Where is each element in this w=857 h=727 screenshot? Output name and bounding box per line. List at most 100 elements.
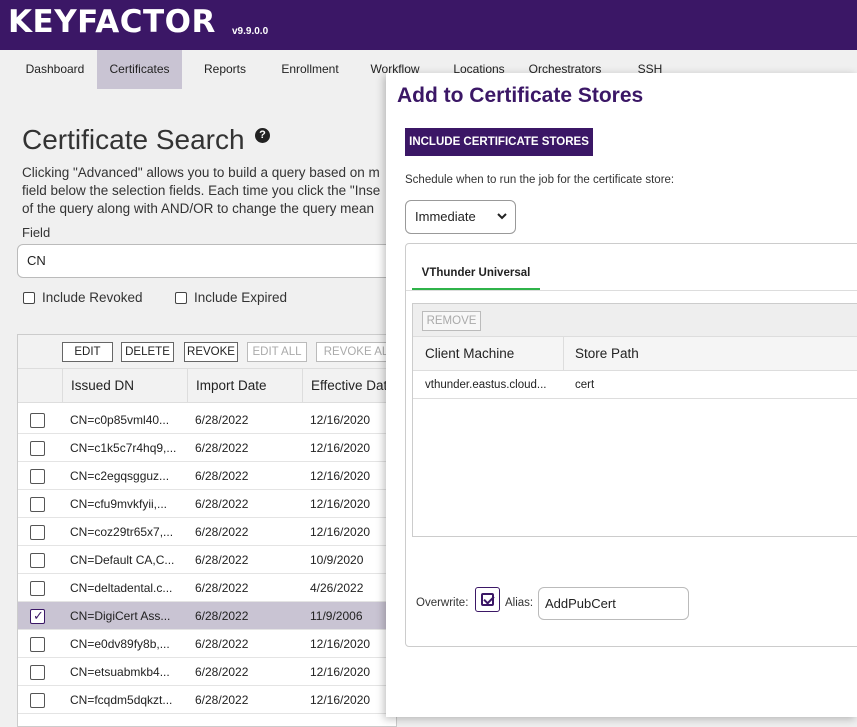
page-title: Certificate Search — [22, 124, 245, 155]
import-date-cell: 6/28/2022 — [195, 413, 249, 427]
store-grid-header: Client Machine Store Path — [413, 337, 857, 371]
row-checkbox[interactable] — [30, 637, 45, 652]
row-checkbox[interactable] — [30, 441, 45, 456]
checkbox-box[interactable] — [23, 291, 35, 304]
import-date-cell: 6/28/2022 — [195, 637, 249, 651]
grid-toolbar: EDIT DELETE REVOKE EDIT ALL REVOKE AL — [18, 335, 396, 369]
row-checkbox[interactable] — [30, 469, 45, 484]
edit-button[interactable]: EDIT — [62, 342, 113, 362]
help-icon[interactable]: ? — [255, 128, 270, 143]
effective-date-cell: 4/26/2022 — [310, 581, 364, 595]
tab-vthunder-universal[interactable]: VThunder Universal — [412, 260, 540, 291]
certificate-results-grid: EDIT DELETE REVOKE EDIT ALL REVOKE AL Is… — [17, 334, 397, 727]
import-date-cell: 6/28/2022 — [195, 665, 249, 679]
column-divider — [563, 337, 564, 371]
nav-dashboard[interactable]: Dashboard — [14, 50, 96, 89]
client-machine-cell: vthunder.eastus.cloud... — [425, 379, 547, 391]
row-checkbox[interactable] — [30, 665, 45, 680]
issued-dn-cell: CN=Default CA,C... — [70, 553, 175, 567]
row-checkbox[interactable] — [30, 553, 45, 568]
modal-title: Add to Certificate Stores — [397, 84, 644, 107]
version-label: v9.9.0.0 — [232, 26, 269, 37]
issued-dn-cell: CN=fcqdm5dqkzt... — [70, 693, 173, 707]
nav-reports[interactable]: Reports — [193, 50, 257, 89]
table-row[interactable]: CN=cfu9mvkfyii,... 6/28/2022 12/16/2020 — [18, 490, 396, 518]
description-line: of the query along with AND/OR to change… — [22, 201, 374, 216]
row-checkbox[interactable] — [30, 525, 45, 540]
checkbox-box[interactable] — [175, 291, 187, 304]
issued-dn-cell: CN=deltadental.c... — [70, 581, 173, 595]
alias-input[interactable] — [538, 587, 689, 620]
nav-enrollment[interactable]: Enrollment — [272, 50, 348, 89]
row-checkbox[interactable] — [30, 608, 45, 624]
column-store-path[interactable]: Store Path — [575, 337, 639, 371]
table-row[interactable]: CN=e0dv89fy8b,... 6/28/2022 12/16/2020 — [18, 630, 396, 658]
effective-date-cell: 12/16/2020 — [310, 665, 371, 679]
import-date-cell: 6/28/2022 — [195, 693, 249, 707]
search-description: Clicking "Advanced" allows you to build … — [22, 164, 392, 218]
effective-date-cell: 11/9/2006 — [310, 609, 363, 623]
effective-date-cell: 12/16/2020 — [310, 441, 371, 455]
column-import-date[interactable]: Import Date — [187, 369, 297, 403]
store-row[interactable]: vthunder.eastus.cloud... cert — [413, 371, 857, 399]
effective-date-cell: 12/16/2020 — [310, 469, 371, 483]
table-row[interactable]: CN=deltadental.c... 6/28/2022 4/26/2022 — [18, 574, 396, 602]
field-select[interactable]: CN — [17, 244, 397, 278]
column-effective-date[interactable]: Effective Dat — [302, 369, 396, 403]
include-certificate-stores-button[interactable]: INCLUDE CERTIFICATE STORES — [405, 128, 593, 156]
row-checkbox[interactable] — [30, 581, 45, 596]
schedule-value: Immediate — [415, 209, 476, 224]
schedule-select[interactable]: Immediate — [405, 200, 516, 234]
table-row[interactable]: CN=c0p85vml40... 6/28/2022 12/16/2020 — [18, 406, 396, 434]
issued-dn-cell: CN=e0dv89fy8b,... — [70, 637, 170, 651]
import-date-cell: 6/28/2022 — [195, 581, 249, 595]
table-row[interactable]: CN=fcqdm5dqkzt... 6/28/2022 12/16/2020 — [18, 686, 396, 714]
delete-button[interactable]: DELETE — [121, 342, 174, 362]
overwrite-label: Overwrite: — [416, 597, 469, 609]
column-client-machine[interactable]: Client Machine — [425, 337, 514, 371]
revoke-all-button[interactable]: REVOKE AL — [316, 342, 396, 362]
store-grid: REMOVE Client Machine Store Path vthunde… — [412, 303, 857, 537]
edit-all-button[interactable]: EDIT ALL — [247, 342, 307, 362]
table-row[interactable]: CN=c2egqsgguz... 6/28/2022 12/16/2020 — [18, 462, 396, 490]
table-row[interactable]: CN=DigiCert Ass... 6/28/2022 11/9/2006 — [18, 602, 396, 630]
issued-dn-cell: CN=c2egqsgguz... — [70, 469, 170, 483]
store-path-cell: cert — [575, 379, 595, 391]
issued-dn-cell: CN=etsuabmkb4... — [70, 665, 170, 679]
keyfactor-logo[interactable]: KEYFACTOR — [8, 4, 216, 40]
import-date-cell: 6/28/2022 — [195, 553, 249, 567]
issued-dn-cell: CN=DigiCert Ass... — [70, 609, 171, 623]
table-row[interactable]: CN=coz29tr65x7,... 6/28/2022 12/16/2020 — [18, 518, 396, 546]
table-row[interactable]: CN=Default CA,C... 6/28/2022 10/9/2020 — [18, 546, 396, 574]
revoke-button[interactable]: REVOKE — [184, 342, 238, 362]
issued-dn-cell: CN=coz29tr65x7,... — [70, 525, 174, 539]
effective-date-cell: 12/16/2020 — [310, 525, 371, 539]
row-checkbox[interactable] — [30, 497, 45, 512]
import-date-cell: 6/28/2022 — [195, 469, 249, 483]
row-checkbox[interactable] — [30, 413, 45, 428]
nav-certificates[interactable]: Certificates — [97, 50, 182, 89]
field-label: Field — [22, 225, 51, 240]
include-expired-checkbox[interactable]: Include Expired — [175, 290, 287, 305]
column-issued-dn[interactable]: Issued DN — [62, 369, 182, 403]
issued-dn-cell: CN=c1k5c7r4hq9,... — [70, 441, 177, 455]
check-icon — [481, 593, 494, 606]
import-date-cell: 6/28/2022 — [195, 497, 249, 511]
alias-label: Alias: — [505, 597, 534, 609]
include-expired-label: Include Expired — [194, 290, 288, 305]
overwrite-checkbox[interactable] — [475, 587, 500, 612]
include-revoked-checkbox[interactable]: Include Revoked — [23, 290, 143, 305]
app-header: KEYFACTOR v9.9.0.0 — [0, 0, 857, 50]
row-checkbox[interactable] — [30, 693, 45, 708]
include-revoked-label: Include Revoked — [42, 290, 143, 305]
store-grid-toolbar: REMOVE — [413, 304, 857, 337]
table-row[interactable]: CN=c1k5c7r4hq9,... 6/28/2022 12/16/2020 — [18, 434, 396, 462]
effective-date-cell: 12/16/2020 — [310, 693, 371, 707]
remove-button[interactable]: REMOVE — [422, 311, 481, 331]
description-line: Clicking "Advanced" allows you to build … — [22, 165, 380, 180]
effective-date-cell: 10/9/2020 — [310, 553, 364, 567]
import-date-cell: 6/28/2022 — [195, 609, 249, 623]
chevron-down-icon — [497, 213, 507, 220]
table-row[interactable]: CN=etsuabmkb4... 6/28/2022 12/16/2020 — [18, 658, 396, 686]
schedule-label: Schedule when to run the job for the cer… — [405, 174, 675, 186]
